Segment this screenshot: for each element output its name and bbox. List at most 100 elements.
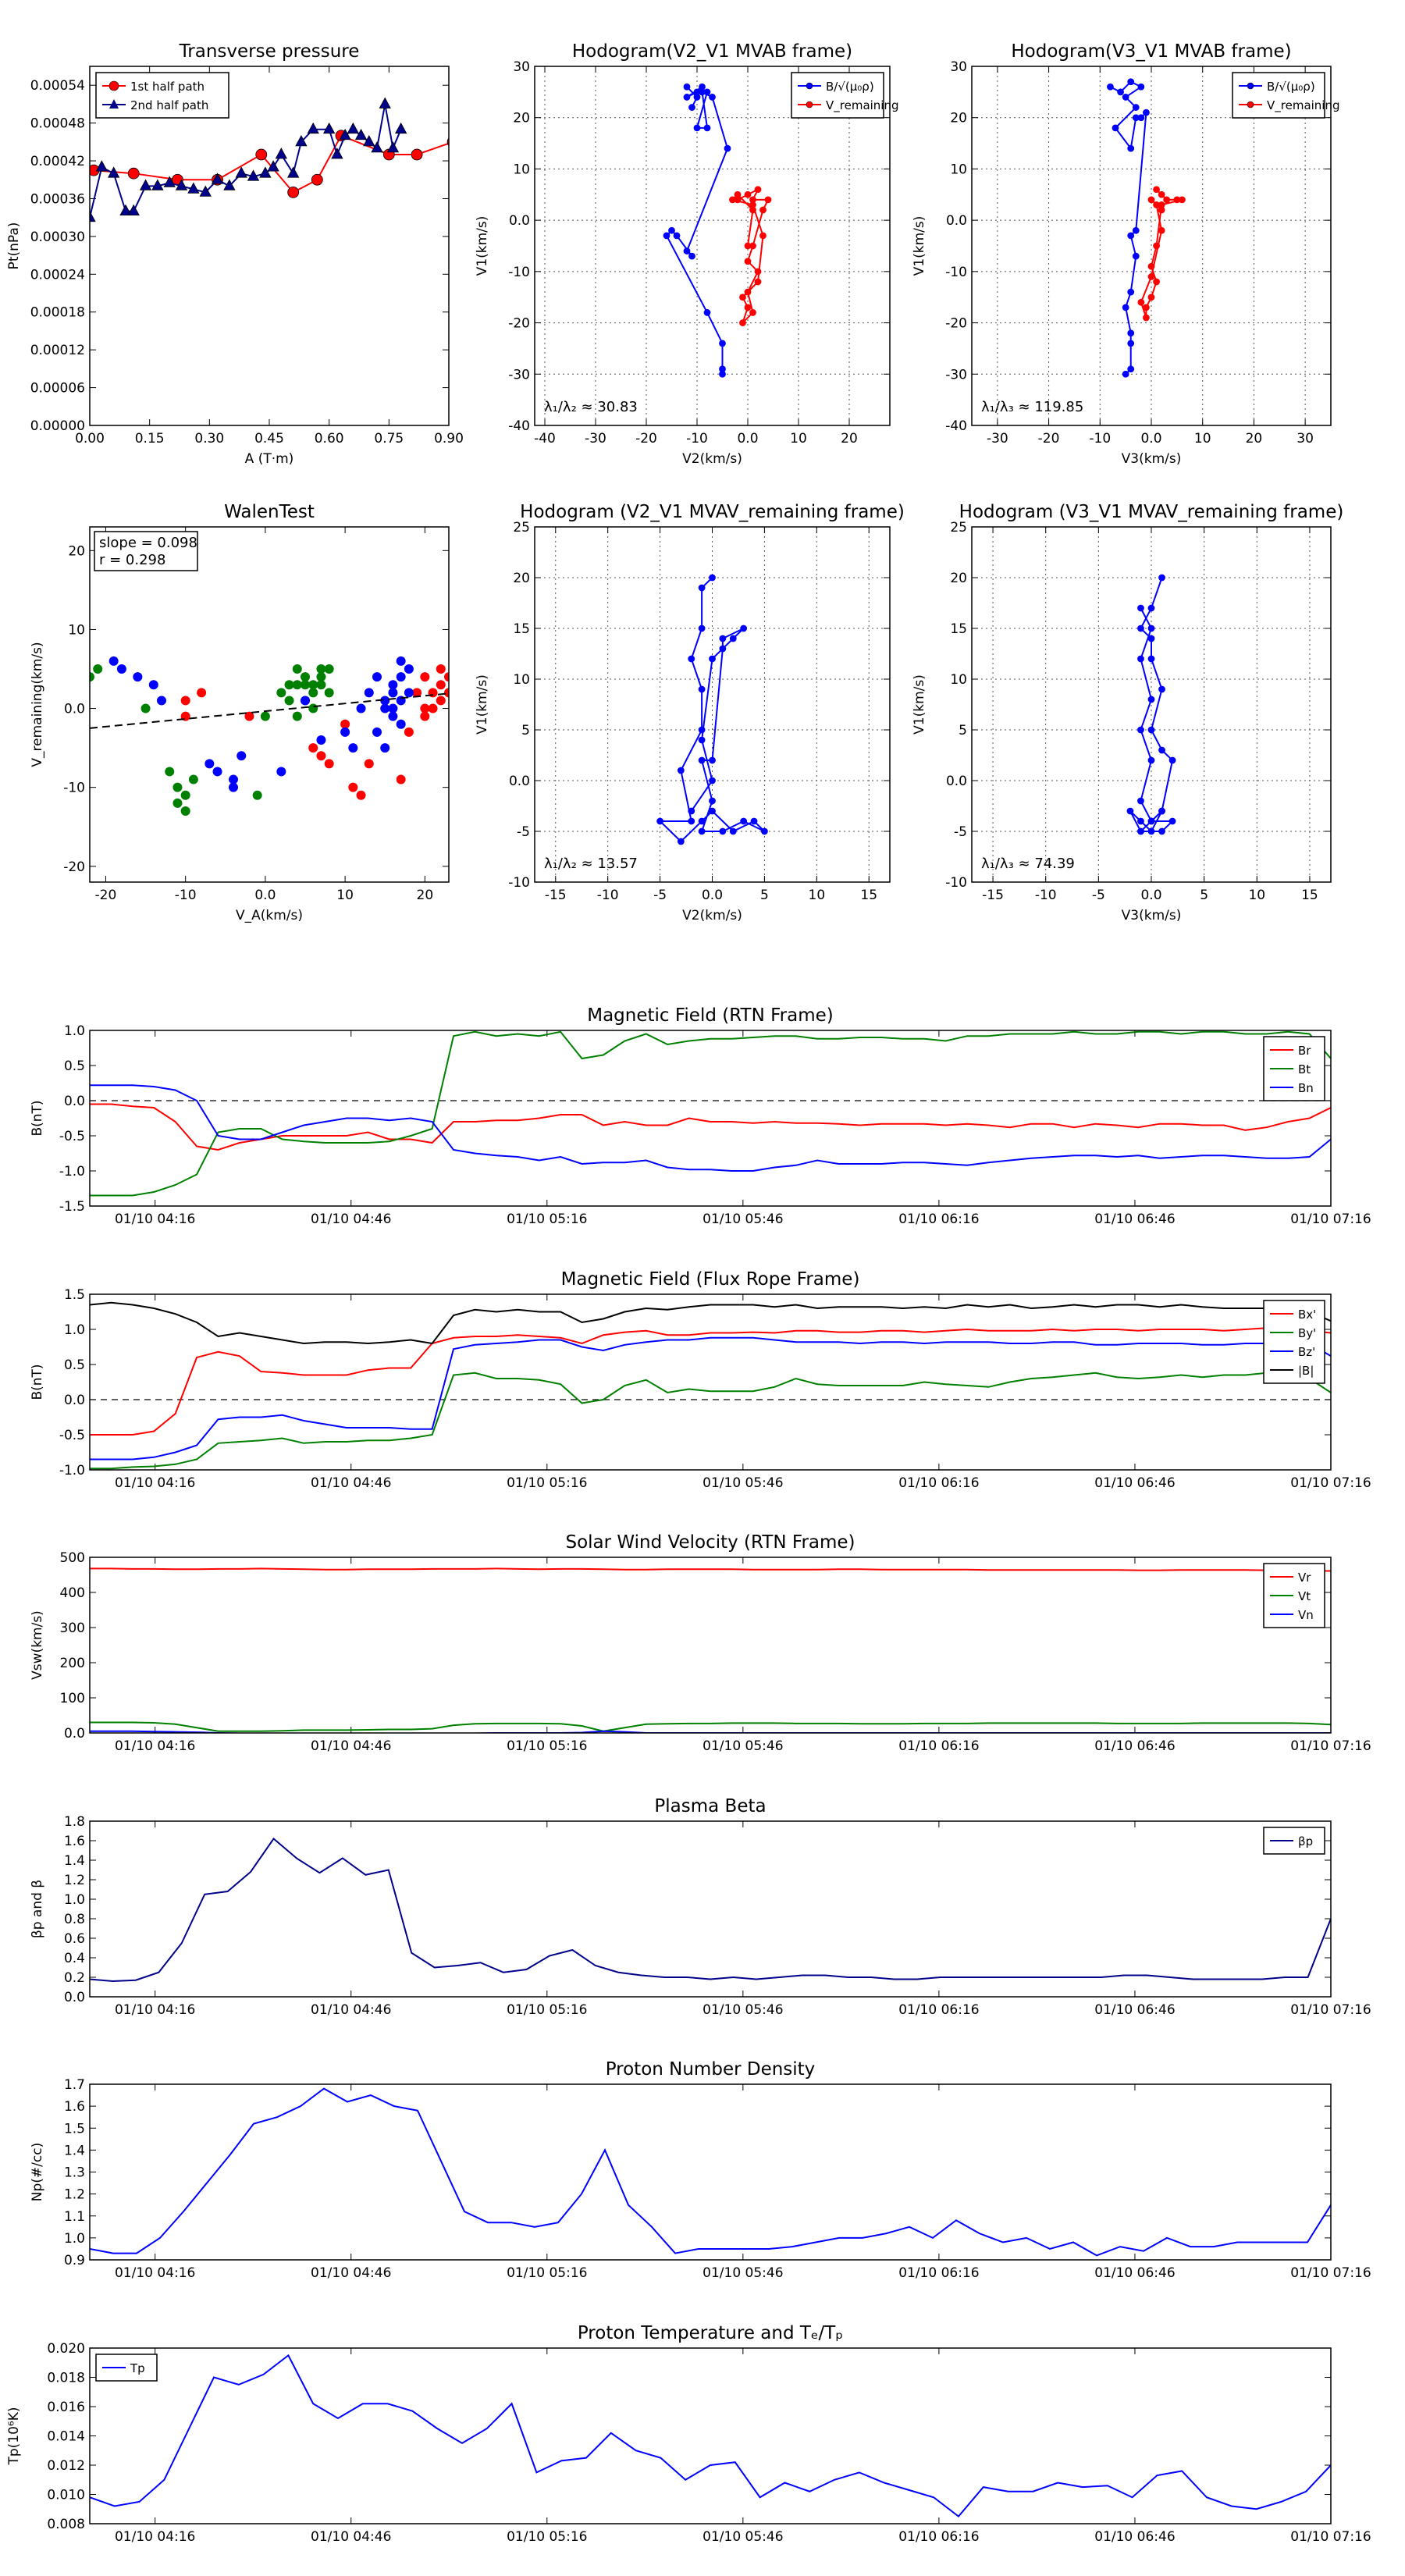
data-point [744, 242, 752, 250]
y-tick-label: 1.3 [64, 2165, 85, 2181]
data-point [754, 268, 762, 276]
plot-area [90, 2087, 1331, 2257]
data-point [688, 104, 695, 111]
x-tick-label: 10 [1194, 431, 1211, 447]
y-tick-label: 0.00018 [30, 305, 85, 321]
legend-label: Bx' [1298, 1308, 1316, 1322]
data-point [677, 838, 685, 845]
annotation-text: slope = 0.098 [99, 535, 197, 551]
y-tick-label: -1.0 [59, 1164, 85, 1179]
data-point [1127, 288, 1135, 296]
data-point [709, 756, 716, 764]
x-tick-label: -30 [585, 431, 606, 447]
legend-marker [806, 82, 813, 90]
scatter-point [436, 664, 446, 674]
x-tick-label: 20 [841, 431, 858, 447]
chart-title: Magnetic Field (Flux Rope Frame) [561, 1269, 860, 1290]
scatter-point [348, 743, 358, 753]
series-line-1 [90, 104, 402, 218]
y-tick-label: -0.5 [59, 1129, 85, 1144]
scatter-point [372, 727, 382, 737]
data-point [1147, 726, 1155, 734]
y-tick-label: 0.00048 [30, 116, 85, 132]
figure-canvas: Transverse pressure0.00 0.15 0.30 0.45 0.60 0… [6, 41, 1371, 2545]
y-tick-label: 400 [60, 1585, 85, 1601]
data-point [754, 186, 762, 194]
data-point [1147, 196, 1155, 204]
plot-area [90, 1838, 1331, 1983]
data-point [1127, 340, 1135, 347]
y-tick-label: 20 [513, 111, 530, 126]
data-point [719, 370, 726, 378]
x-axis-label: V3(km/s) [1122, 908, 1182, 923]
data-point [1158, 807, 1165, 815]
y-axis-label: Vsw(km/s) [30, 1610, 45, 1680]
x-tick-label: -10 [1035, 888, 1057, 903]
scatter-point [420, 672, 430, 682]
scatter-point [301, 680, 310, 690]
y-tick-label: 0.0 [64, 1393, 85, 1408]
data-point [379, 97, 391, 109]
panel-p12: Proton Temperature and Tₑ/Tₚ 01/10 04:16 0… [6, 2323, 1371, 2545]
y-tick-label: 0.5 [64, 1357, 85, 1373]
x-axis-label: V2(km/s) [682, 908, 742, 923]
y-axis-label: V1(km/s) [912, 216, 927, 276]
data-point [1127, 329, 1135, 337]
data-point [739, 319, 746, 326]
scatter-point [173, 782, 183, 792]
plot-frame [89, 2347, 1332, 2524]
x-tick-label: 01/10 04:16 [115, 1212, 195, 1227]
data-point [683, 83, 691, 91]
y-tick-label: 500 [60, 1550, 85, 1566]
y-tick-label: 300 [60, 1621, 85, 1636]
y-tick-label: 0.6 [64, 1931, 85, 1947]
y-tick-label: 0.00042 [30, 154, 85, 169]
data-point [1153, 201, 1160, 208]
x-tick-label: 01/10 06:16 [898, 1475, 979, 1491]
data-point [1132, 226, 1140, 234]
scatter-point [148, 680, 158, 690]
data-point [709, 94, 716, 101]
series-line-Br [90, 1103, 1331, 1151]
scatter-point [380, 743, 390, 753]
x-axis-label: V2(km/s) [682, 451, 742, 467]
data-point [744, 258, 752, 265]
y-tick-label: -5 [954, 824, 967, 840]
data-point [744, 304, 752, 311]
panel-p7: Magnetic Field (RTN Frame) 01/10 04:16 01/… [30, 1005, 1371, 1227]
legend-label: Vn [1298, 1608, 1314, 1622]
legend-label: V_remaining [1267, 98, 1340, 113]
y-tick-label: 0.00012 [30, 343, 85, 358]
x-tick-label: 01/10 06:46 [1094, 2529, 1175, 2545]
panel-p1: Transverse pressure0.00 0.15 0.30 0.45 0.60 0… [6, 41, 464, 467]
chart-title: Hodogram (V3_V1 MVAV_remaining frame) [959, 502, 1344, 522]
y-tick-label: 30 [513, 59, 530, 75]
y-tick-label: 25 [950, 520, 967, 535]
scatter-point [356, 703, 366, 713]
data-point [759, 232, 767, 240]
y-tick-label: -10 [63, 781, 85, 796]
data-point [1147, 294, 1155, 301]
x-tick-label: -5 [653, 888, 667, 903]
x-axis-label: V3(km/s) [1122, 451, 1182, 467]
x-tick-label: 0.75 [374, 431, 404, 447]
x-tick-label: 01/10 05:16 [507, 2265, 587, 2281]
y-tick-label: 20 [513, 571, 530, 586]
x-tick-label: 01/10 07:16 [1290, 1475, 1371, 1491]
y-tick-label: 0.00000 [30, 418, 85, 434]
x-tick-label: 01/10 06:16 [898, 1212, 979, 1227]
scatter-point [197, 688, 207, 698]
data-point [1147, 273, 1155, 280]
x-tick-label: -20 [95, 888, 117, 903]
scatter-point [180, 790, 190, 800]
plot-area [90, 1030, 1331, 1197]
x-tick-label: 10 [790, 431, 807, 447]
data-point [729, 196, 736, 204]
x-tick-label: 01/10 06:46 [1094, 1738, 1175, 1754]
legend-label: |B| [1298, 1364, 1314, 1378]
x-tick-label: 01/10 04:46 [311, 1738, 391, 1754]
data-point [1153, 242, 1160, 250]
x-tick-label: 01/10 07:16 [1290, 1738, 1371, 1754]
scatter-point [396, 719, 406, 729]
x-tick-label: -20 [1038, 431, 1060, 447]
